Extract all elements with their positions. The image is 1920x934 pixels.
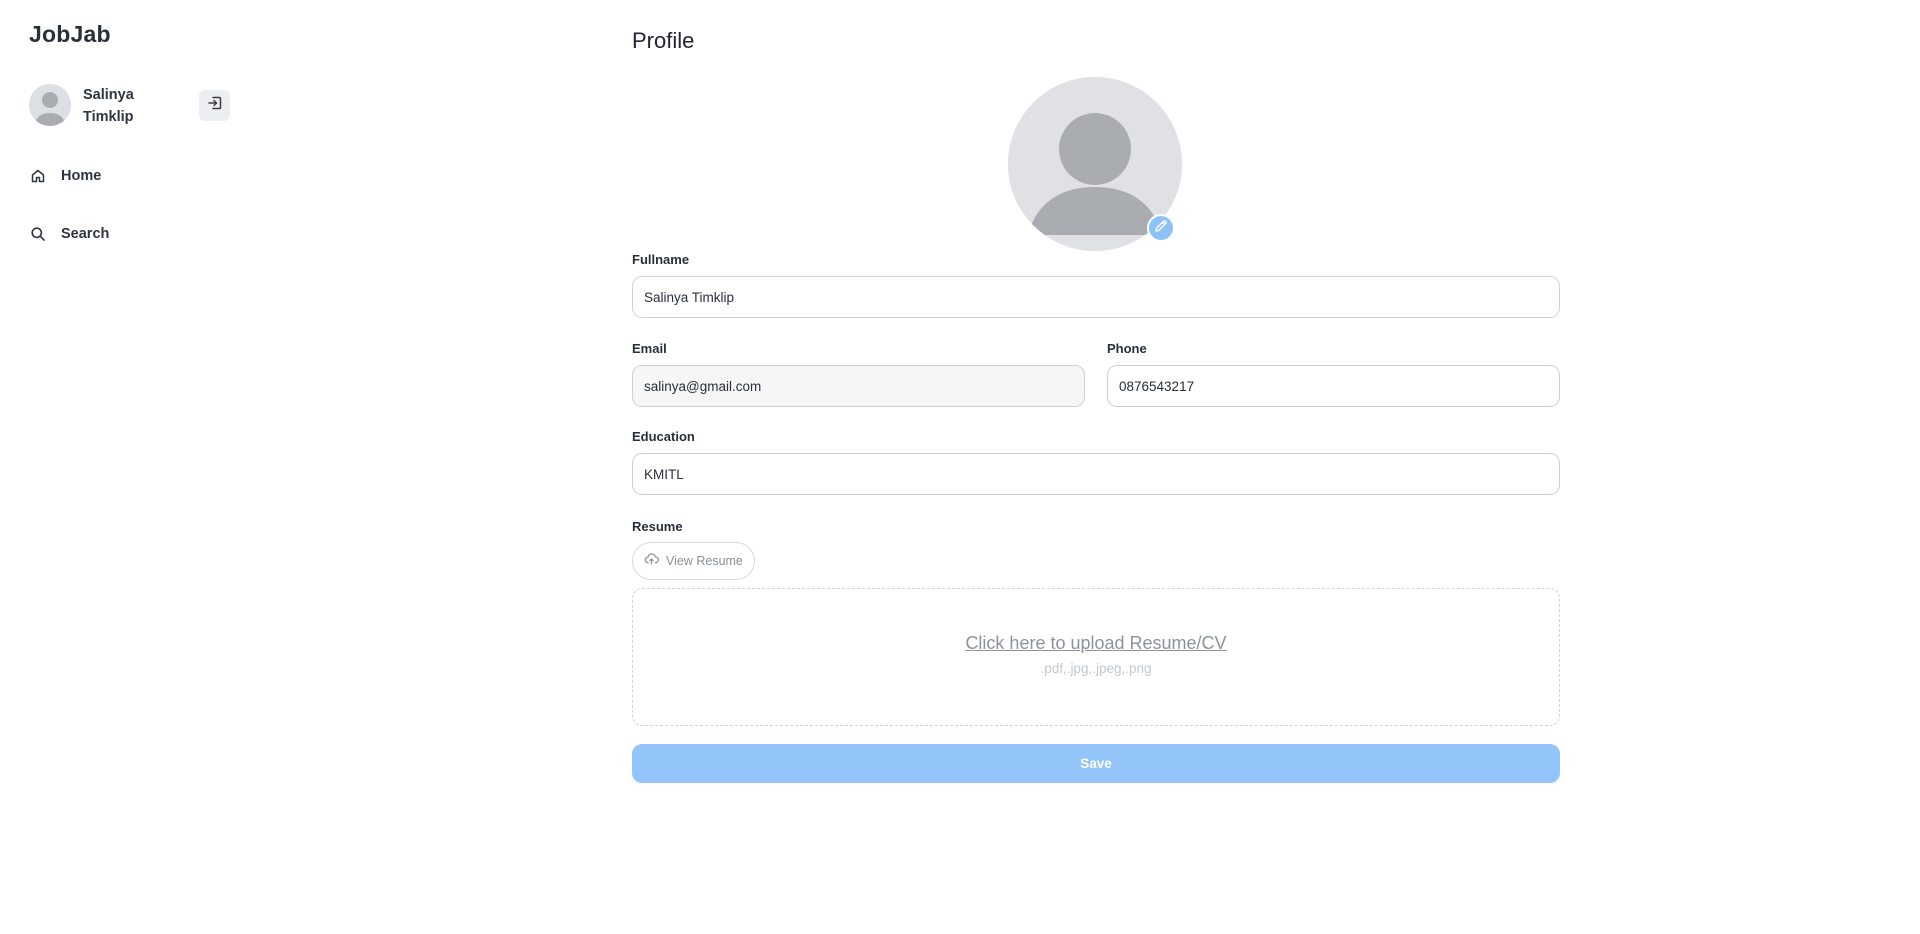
phone-label: Phone [1107, 341, 1147, 356]
app-logo[interactable]: JobJab [29, 21, 111, 48]
save-button[interactable]: Save [632, 744, 1560, 783]
fullname-label: Fullname [632, 252, 690, 267]
search-icon [29, 225, 47, 243]
user-name: Salinya Timklip [83, 87, 134, 125]
sidebar-item-home[interactable]: Home [29, 164, 101, 188]
pencil-icon [1154, 219, 1168, 238]
upload-file-types: .pdf,.jpg,.jpeg,.png [1040, 661, 1152, 676]
sidebar: JobJab Salinya Timklip Home Search [0, 0, 260, 934]
logout-icon [207, 95, 223, 116]
user-avatar-icon [29, 84, 71, 126]
fullname-field[interactable] [632, 276, 1560, 318]
email-field[interactable] [632, 365, 1085, 407]
phone-field[interactable] [1107, 365, 1560, 407]
sidebar-item-label: Search [61, 226, 110, 242]
upload-resume-link[interactable]: Click here to upload Resume/CV [633, 633, 1559, 654]
cloud-icon [644, 551, 659, 571]
profile-page: Profile Fullname Email Phone Education R… [632, 0, 1560, 934]
edit-photo-button[interactable] [1147, 214, 1175, 242]
page-title: Profile [632, 28, 695, 53]
education-label: Education [632, 429, 695, 444]
view-resume-button[interactable]: View Resume [632, 542, 755, 580]
sidebar-item-label: Home [61, 168, 102, 184]
view-resume-label: View Resume [666, 554, 743, 568]
resume-upload-dropzone[interactable]: Click here to upload Resume/CV .pdf,.jpg… [632, 588, 1560, 726]
sidebar-item-search[interactable]: Search [29, 222, 109, 246]
resume-label: Resume [632, 519, 683, 534]
email-label: Email [632, 341, 667, 356]
home-icon [29, 167, 47, 185]
user-info: Salinya Timklip [29, 84, 234, 128]
education-field[interactable] [632, 453, 1560, 495]
logout-button[interactable] [199, 90, 230, 121]
